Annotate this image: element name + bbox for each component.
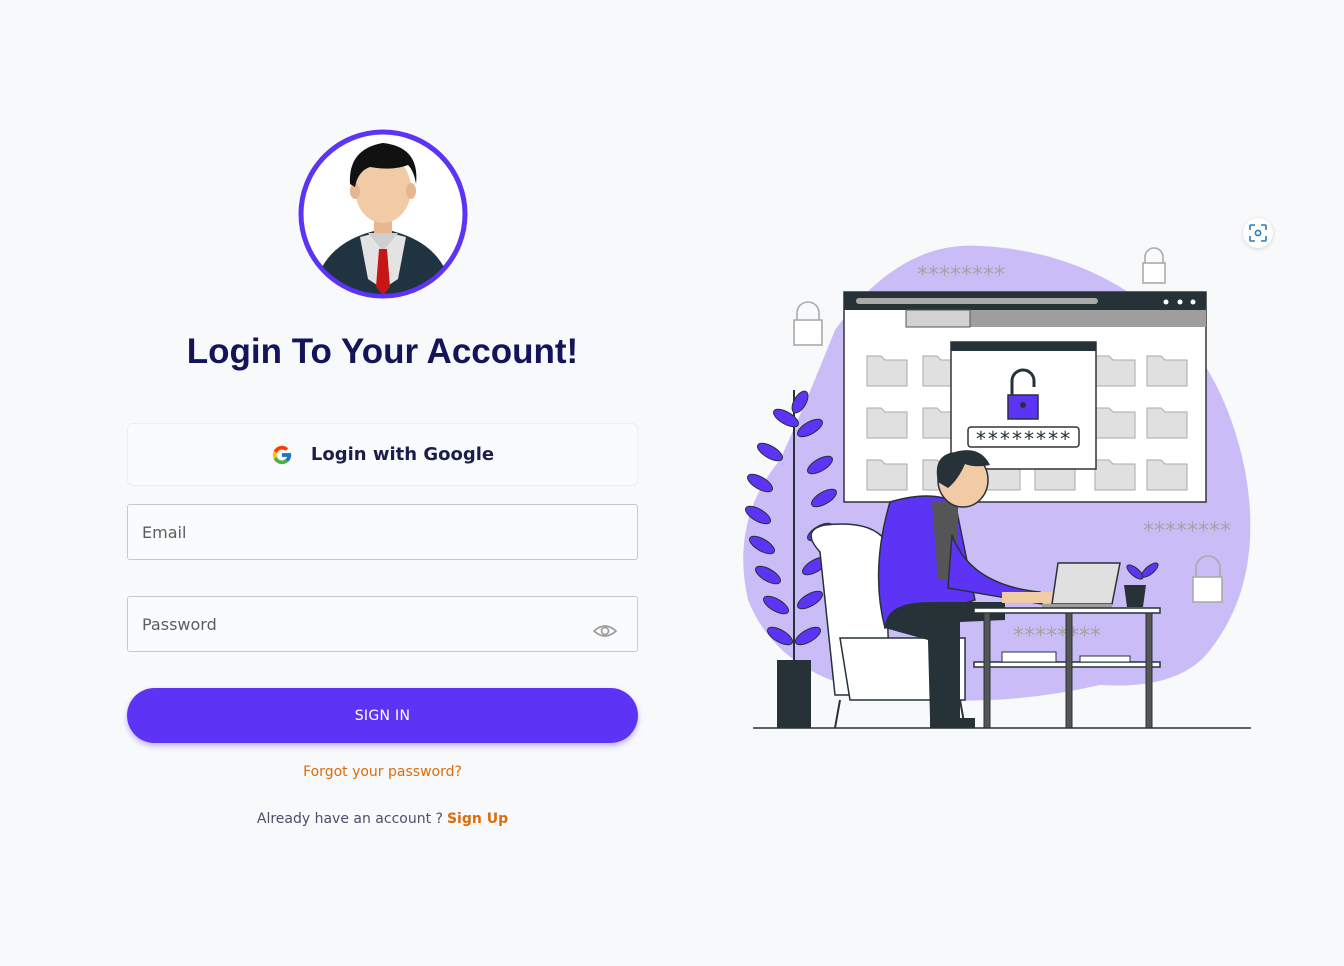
login-illustration: ******** ******** ******** ********	[743, 245, 1251, 729]
sign-in-button[interactable]: SIGN IN	[127, 688, 638, 743]
password-dialog: ********	[950, 341, 1097, 470]
sign-up-link[interactable]: Sign Up	[447, 811, 508, 827]
email-field-container	[127, 504, 638, 560]
google-login-label: Login with Google	[310, 444, 495, 465]
password-field[interactable]	[128, 597, 637, 651]
email-field[interactable]	[128, 505, 637, 559]
google-icon	[272, 445, 292, 464]
signup-row: Already have an account ? Sign Up	[127, 811, 638, 827]
mask-text-3: ********	[1013, 624, 1101, 649]
dialog-mask-text: ********	[975, 427, 1071, 451]
page-title: Login To Your Account!	[186, 332, 579, 371]
google-login-button[interactable]: Login with Google	[127, 423, 638, 486]
eye-icon[interactable]	[593, 622, 617, 640]
forgot-password-link[interactable]: Forgot your password?	[127, 764, 638, 780]
user-avatar-image	[298, 129, 468, 299]
password-field-container	[127, 596, 638, 652]
mask-text-2: ********	[1143, 519, 1231, 544]
mask-text-1: ********	[917, 263, 1005, 288]
avatar	[298, 129, 468, 299]
account-prompt-text: Already have an account ?	[256, 811, 443, 827]
